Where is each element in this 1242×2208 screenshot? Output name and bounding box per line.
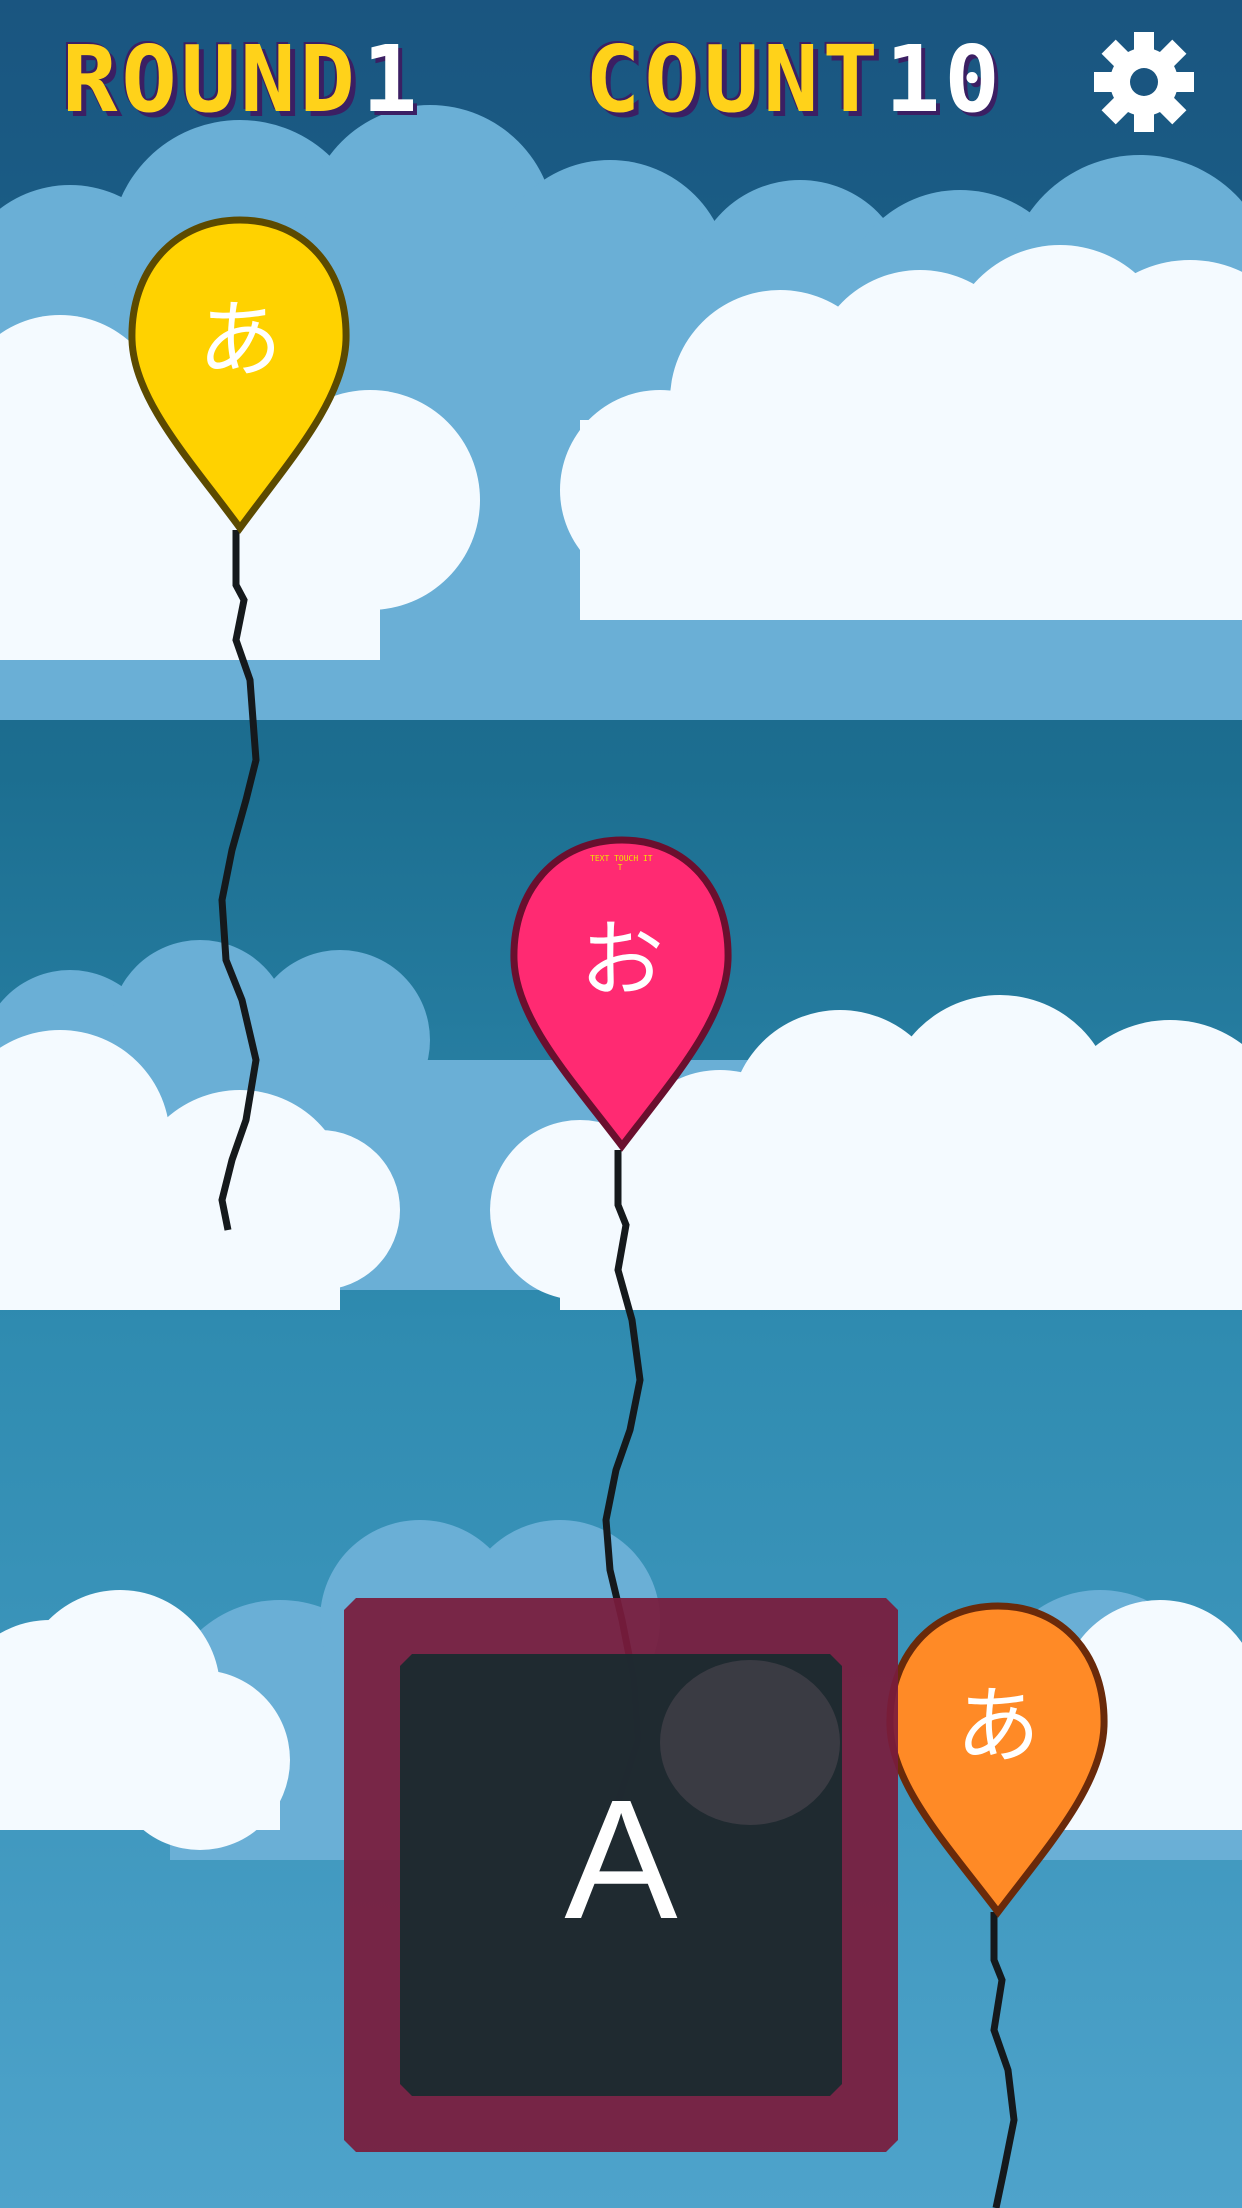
round-value: 1 [362,26,422,133]
balloon-char-orange: あ [955,1677,1040,1775]
gear-icon [1094,32,1194,132]
balloon-char-yellow: あ [197,291,282,389]
balloon-tiny-text: TEXT TOUCH IT T [590,854,653,872]
count-label: COUNT [585,26,882,133]
count-value: 10 [885,26,1004,133]
balloon-char-pink: お [579,911,664,1009]
settings-button[interactable] [1090,28,1198,136]
answer-letter: A [564,1765,678,1955]
round-label: ROUND [62,26,359,133]
